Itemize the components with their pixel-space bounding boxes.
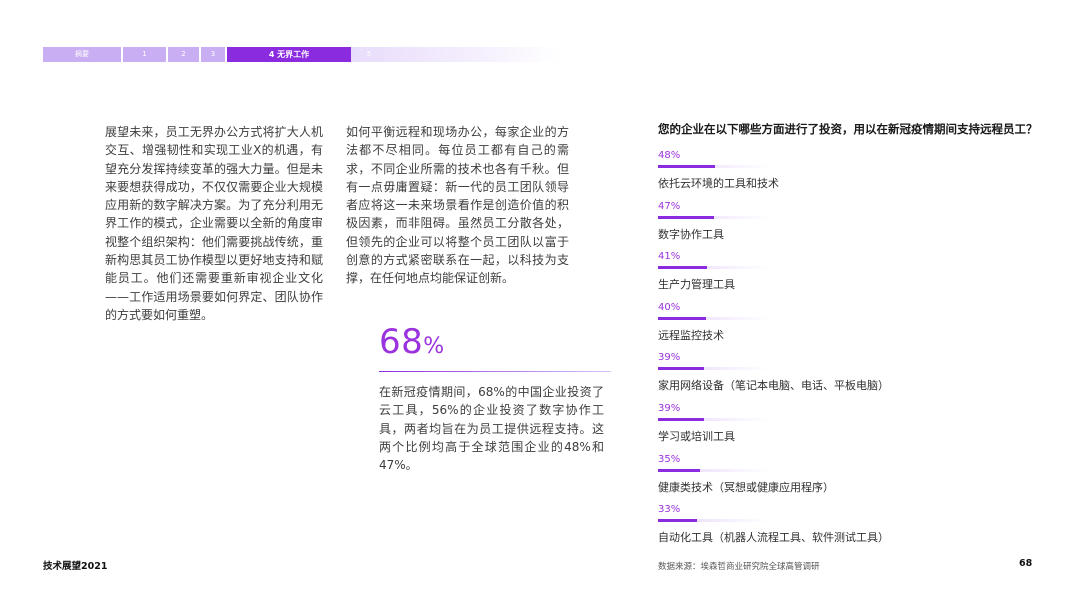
bar-value-label: 40% — [658, 301, 681, 313]
chart-row: 47% 数字协作工具 — [658, 201, 1038, 245]
chart-row: 41% 生产力管理工具 — [658, 251, 1038, 295]
chart-row: 39% 家用网络设备（笔记本电脑、电话、平板电脑） — [658, 352, 1038, 396]
bar — [658, 165, 715, 168]
body-paragraph-1: 展望未来，员工无界办公方式将扩大人机交互、增强韧性和实现工业X的机遇，有望充分发… — [105, 125, 323, 322]
nav-tab-1[interactable]: 1 — [123, 47, 166, 62]
bar-value-label: 48% — [658, 150, 681, 161]
chart-row: 39% 学习或培训工具 — [658, 403, 1038, 447]
body-paragraph-2: 如何平衡远程和现场办公，每家企业的方法都不尽相同。每位员工都有自己的需求，不同企… — [346, 125, 569, 286]
chart-title: 您的企业在以下哪些方面进行了投资，用以在新冠疫情期间支持远程员工？ — [658, 122, 1038, 136]
nav-tab-2[interactable]: 2 — [168, 47, 199, 62]
category-label: 自动化工具（机器人流程工具、软件测试工具） — [658, 531, 889, 545]
bar-value-label: 33% — [658, 504, 681, 516]
nav-tab-5[interactable]: 5 — [357, 47, 381, 62]
bar — [658, 367, 705, 371]
bar — [658, 418, 705, 421]
category-label: 生产力管理工具 — [658, 278, 735, 292]
section-nav: 摘要 1 2 3 4 无界工作 5 — [43, 47, 563, 62]
category-label: 学习或培训工具 — [658, 430, 735, 443]
bar — [658, 519, 698, 523]
bar — [658, 468, 700, 472]
nav-tab-3[interactable]: 3 — [201, 47, 225, 62]
bar-value-label: 39% — [658, 403, 681, 414]
chart-row: 48% 依托云环境的工具和技术 — [658, 150, 1038, 194]
page-number: 68 — [1019, 558, 1033, 569]
bar-value-label: 35% — [658, 453, 681, 465]
category-label: 依托云环境的工具和技术 — [658, 177, 779, 190]
chart-row: 40% 远程监控技术 — [658, 302, 1038, 346]
category-label: 数字协作工具 — [658, 227, 724, 241]
chart-row: 33% 自动化工具（机器人流程工具、软件测试工具） — [658, 504, 1038, 548]
bar — [658, 266, 707, 270]
bar — [658, 316, 706, 320]
stat-description: 在新冠疫情期间，68%的中国企业投资了云工具，56%的企业投资了数字协作工具，两… — [379, 385, 604, 473]
category-label: 家用网络设备（笔记本电脑、电话、平板电脑） — [658, 379, 889, 393]
stat-unit: % — [423, 334, 445, 359]
stat-number: 68 — [379, 322, 424, 362]
category-label: 健康类技术（冥想或健康应用程序） — [658, 480, 834, 494]
chart-row: 35% 健康类技术（冥想或健康应用程序） — [658, 454, 1038, 498]
bar — [658, 215, 714, 219]
nav-tab-summary[interactable]: 摘要 — [43, 47, 121, 62]
category-label: 远程监控技术 — [658, 328, 724, 342]
stat-divider — [379, 371, 611, 372]
report-name: 技术展望2021 — [43, 561, 108, 572]
nav-tab-4-active[interactable]: 4 无界工作 — [227, 47, 351, 62]
data-source-note: 数据来源：埃森哲商业研究院全球高管调研 — [658, 562, 820, 572]
bar-value-label: 39% — [658, 352, 681, 364]
bar-value-label: 47% — [658, 200, 681, 212]
highlight-statistic: 68% — [379, 322, 445, 362]
bar-value-label: 41% — [658, 251, 681, 263]
